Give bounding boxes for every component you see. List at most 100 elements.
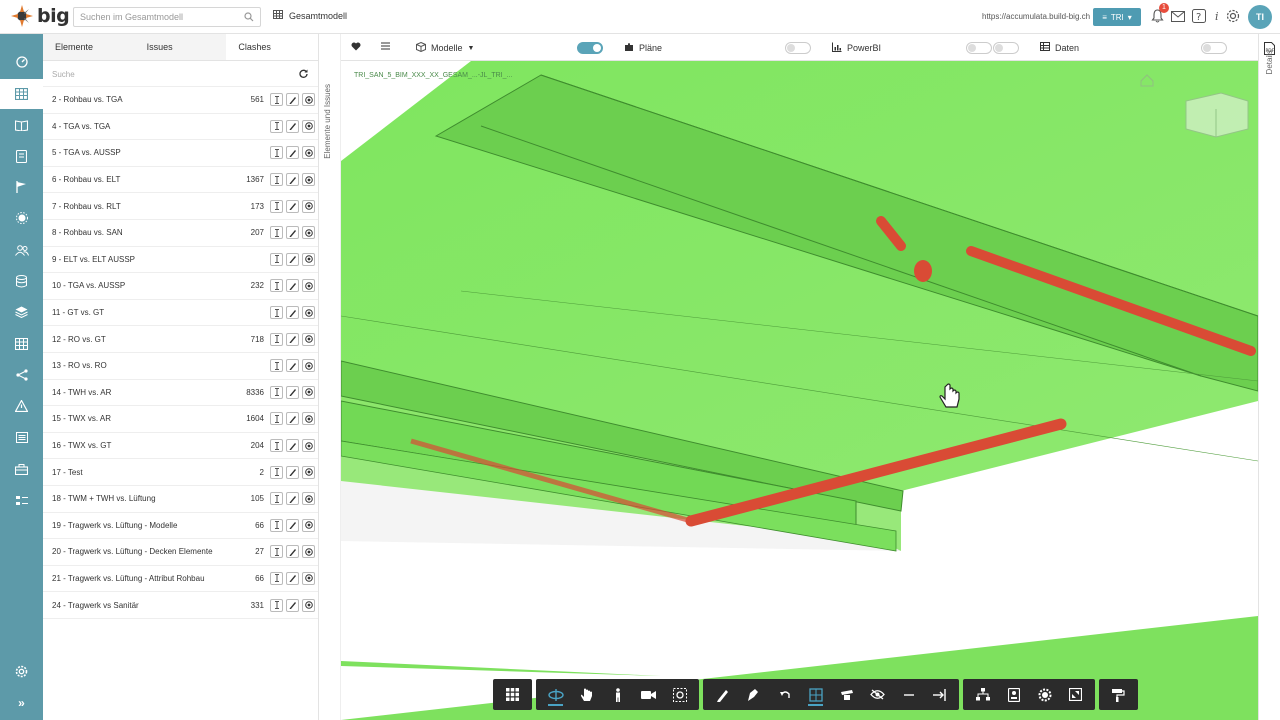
- chip-nav-icon[interactable]: [0, 203, 43, 233]
- hide-eye-icon[interactable]: [862, 679, 893, 710]
- edit-pencil-icon[interactable]: [286, 306, 299, 320]
- fit-arrow-icon[interactable]: [924, 679, 955, 710]
- focus-target-icon[interactable]: [302, 385, 315, 399]
- clash-row[interactable]: 20 - Tragwerk vs. Lüftung - Decken Eleme…: [43, 539, 318, 566]
- edit-pencil-icon[interactable]: [286, 119, 299, 133]
- clash-row[interactable]: 4 - TGA vs. TGA: [43, 114, 318, 141]
- edit-pencil-icon[interactable]: [286, 518, 299, 532]
- project-switch-button[interactable]: ≡ TRI ▾: [1093, 8, 1141, 26]
- clash-row[interactable]: 11 - GT vs. GT: [43, 300, 318, 327]
- orbit-icon[interactable]: [540, 679, 571, 710]
- info-cursor-icon[interactable]: [270, 146, 283, 160]
- tab-clashes[interactable]: Clashes: [226, 34, 319, 60]
- expand-rail-icon[interactable]: »: [0, 688, 43, 718]
- section-plane-icon[interactable]: [831, 679, 862, 710]
- book-nav-icon[interactable]: [0, 110, 43, 140]
- edit-pencil-icon[interactable]: [286, 598, 299, 612]
- table-nav-icon[interactable]: [0, 79, 43, 109]
- focus-target-icon[interactable]: [302, 598, 315, 612]
- clash-row[interactable]: 12 - RO vs. GT 718: [43, 326, 318, 353]
- 3d-viewport[interactable]: TRI_SAN_5_BIM_XXX_XX_GESAM_...-JL_TRI_..…: [341, 61, 1258, 720]
- edit-pencil-icon[interactable]: [286, 439, 299, 453]
- focus-target-icon[interactable]: [302, 465, 315, 479]
- clash-row[interactable]: 2 - Rohbau vs. TGA 561: [43, 87, 318, 114]
- powerbi-toggle-b[interactable]: [993, 42, 1019, 54]
- plaene-toggle[interactable]: [785, 42, 811, 54]
- nav-cube[interactable]: [1185, 92, 1249, 138]
- edit-pencil-icon[interactable]: [286, 492, 299, 506]
- info-cursor-icon[interactable]: [270, 571, 283, 585]
- info-cursor-icon[interactable]: [270, 93, 283, 107]
- model-render[interactable]: [341, 61, 1258, 720]
- edit-pencil-icon[interactable]: [286, 545, 299, 559]
- minus-icon[interactable]: [893, 679, 924, 710]
- mail-icon[interactable]: [1170, 8, 1186, 24]
- info-cursor-icon[interactable]: [270, 332, 283, 346]
- edit-pencil-icon[interactable]: [286, 385, 299, 399]
- edit-pencil-icon[interactable]: [286, 252, 299, 266]
- share-nav-icon[interactable]: [0, 360, 43, 390]
- warning-nav-icon[interactable]: [0, 391, 43, 421]
- users-nav-icon[interactable]: [0, 235, 43, 265]
- edit-pencil-icon[interactable]: [286, 412, 299, 426]
- tab-elemente[interactable]: Elemente: [43, 34, 135, 60]
- plaene-section[interactable]: Pläne: [624, 42, 662, 54]
- edit-pencil-icon[interactable]: [286, 332, 299, 346]
- clash-row[interactable]: 16 - TWX vs. GT 204: [43, 433, 318, 460]
- info-cursor-icon[interactable]: [270, 226, 283, 240]
- measure-pencil-icon[interactable]: [707, 679, 738, 710]
- focus-target-icon[interactable]: [302, 332, 315, 346]
- info-cursor-icon[interactable]: [270, 199, 283, 213]
- edit-pencil-icon[interactable]: [286, 571, 299, 585]
- clash-row[interactable]: 10 - TGA vs. AUSSP 232: [43, 273, 318, 300]
- info-cursor-icon[interactable]: [270, 252, 283, 266]
- powerbi-toggle-a[interactable]: [966, 42, 992, 54]
- info-cursor-icon[interactable]: [270, 598, 283, 612]
- clash-row[interactable]: 13 - RO vs. RO: [43, 353, 318, 380]
- clash-row[interactable]: 15 - TWX vs. AR 1604: [43, 406, 318, 433]
- avatar[interactable]: TI: [1248, 5, 1272, 29]
- clash-row[interactable]: 19 - Tragwerk vs. Lüftung - Modelle 66: [43, 513, 318, 540]
- focus-target-icon[interactable]: [302, 119, 315, 133]
- edit-pencil-icon[interactable]: [286, 279, 299, 293]
- clash-row[interactable]: 8 - Rohbau vs. SAN 207: [43, 220, 318, 247]
- undo-icon[interactable]: [769, 679, 800, 710]
- focus-target-icon[interactable]: [302, 173, 315, 187]
- edit-pencil-icon[interactable]: [286, 226, 299, 240]
- fullscreen-icon[interactable]: [1060, 679, 1091, 710]
- powerbi-section[interactable]: PowerBI: [832, 42, 881, 54]
- info-cursor-icon[interactable]: [270, 119, 283, 133]
- camera-icon[interactable]: [633, 679, 664, 710]
- info-cursor-icon[interactable]: [270, 518, 283, 532]
- info-cursor-icon[interactable]: [270, 279, 283, 293]
- settings-list-nav-icon[interactable]: [0, 485, 43, 515]
- clash-row[interactable]: 18 - TWM + TWH vs. Lüftung 105: [43, 486, 318, 513]
- edit-pencil-icon[interactable]: [286, 146, 299, 160]
- details-rail[interactable]: PDF Details: [1258, 34, 1280, 720]
- clash-row[interactable]: 5 - TGA vs. AUSSP: [43, 140, 318, 167]
- tree-structure-icon[interactable]: [967, 679, 998, 710]
- screenshot-icon[interactable]: [664, 679, 695, 710]
- info-cursor-icon[interactable]: [270, 465, 283, 479]
- focus-target-icon[interactable]: [302, 279, 315, 293]
- focus-target-icon[interactable]: [302, 518, 315, 532]
- focus-target-icon[interactable]: [302, 199, 315, 213]
- section-box-icon[interactable]: [800, 679, 831, 710]
- pan-hand-icon[interactable]: [571, 679, 602, 710]
- focus-target-icon[interactable]: [302, 252, 315, 266]
- clash-pipe-3[interactable]: [914, 260, 932, 282]
- logo[interactable]: big: [10, 4, 70, 28]
- info-cursor-icon[interactable]: [270, 385, 283, 399]
- menu-icon[interactable]: [381, 42, 390, 50]
- model-selector[interactable]: Gesamtmodell: [273, 10, 347, 21]
- clash-row[interactable]: 21 - Tragwerk vs. Lüftung - Attribut Roh…: [43, 566, 318, 593]
- markup-icon[interactable]: [738, 679, 769, 710]
- focus-target-icon[interactable]: [302, 571, 315, 585]
- briefcase-nav-icon[interactable]: [0, 454, 43, 484]
- focus-target-icon[interactable]: [302, 306, 315, 320]
- info-cursor-icon[interactable]: [270, 492, 283, 506]
- info-icon[interactable]: i: [1209, 8, 1225, 24]
- focus-target-icon[interactable]: [302, 439, 315, 453]
- daten-section[interactable]: Daten: [1040, 42, 1079, 53]
- clash-row[interactable]: 9 - ELT vs. ELT AUSSP: [43, 247, 318, 274]
